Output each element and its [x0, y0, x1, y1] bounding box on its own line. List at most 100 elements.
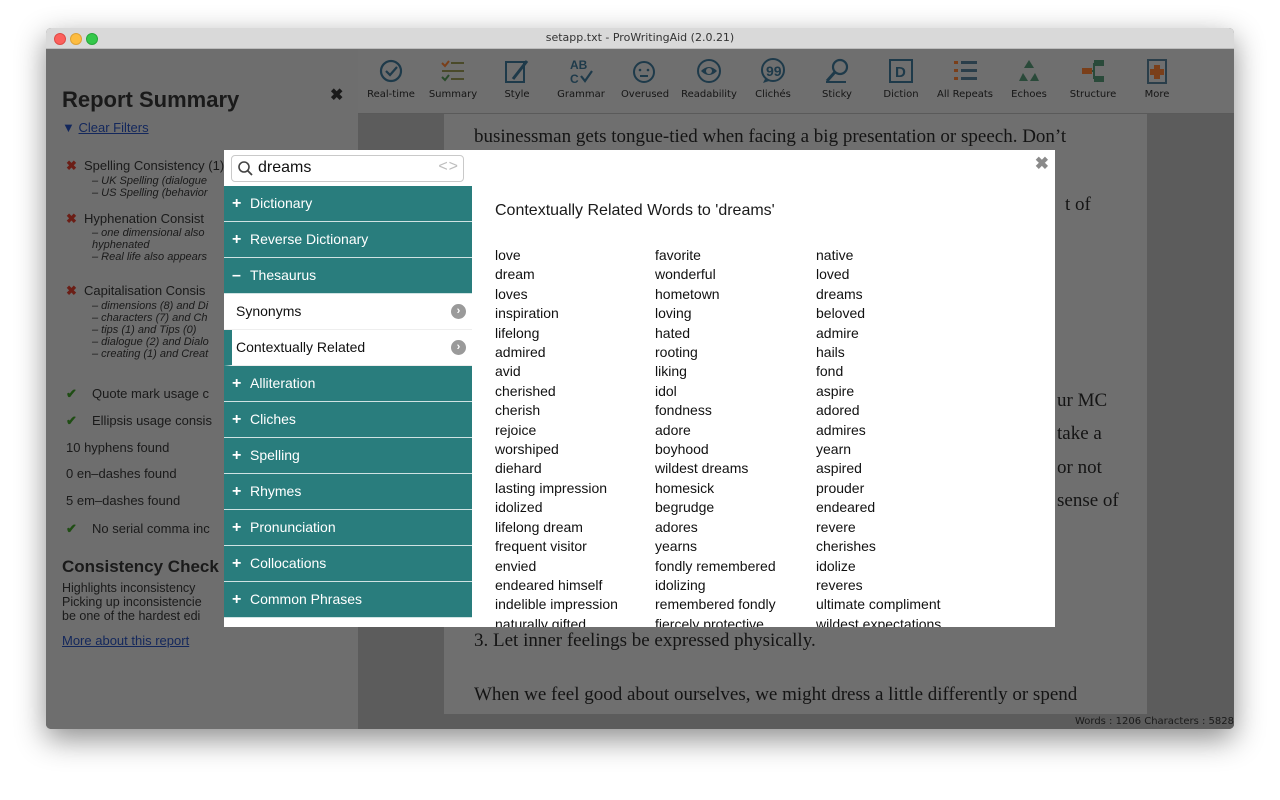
toolbar-realtime-button[interactable]: Real-time	[359, 55, 423, 100]
related-word[interactable]: rooting	[655, 343, 776, 362]
related-word[interactable]: lifelong	[495, 324, 618, 343]
related-word[interactable]: begrudge	[655, 498, 776, 517]
related-word[interactable]: cherish	[495, 401, 618, 420]
search-input[interactable]	[258, 159, 408, 177]
related-word[interactable]: beloved	[816, 304, 941, 323]
related-word[interactable]: avid	[495, 362, 618, 381]
related-word[interactable]: aspired	[816, 459, 941, 478]
menu-contextually-related[interactable]: Contextually Related ›	[224, 330, 472, 366]
related-word[interactable]: adore	[655, 421, 776, 440]
toolbar-more-button[interactable]: More	[1125, 55, 1189, 100]
related-word[interactable]: lifelong dream	[495, 518, 618, 537]
related-word[interactable]: dream	[495, 265, 618, 284]
related-word[interactable]: loved	[816, 265, 941, 284]
menu-synonyms[interactable]: Synonyms ›	[224, 294, 472, 330]
related-word[interactable]: naturally gifted	[495, 615, 618, 627]
related-word[interactable]: wildest dreams	[655, 459, 776, 478]
related-word[interactable]: remembered fondly	[655, 595, 776, 614]
related-word[interactable]: hails	[816, 343, 941, 362]
clear-filters-link[interactable]: Clear Filters	[79, 120, 149, 135]
related-word[interactable]: prouder	[816, 479, 941, 498]
forward-arrow-icon[interactable]: >	[449, 158, 459, 175]
related-word[interactable]: idol	[655, 382, 776, 401]
issue-capitalisation[interactable]: ✖ Capitalisation Consis	[66, 283, 205, 299]
related-word[interactable]: idolized	[495, 498, 618, 517]
related-word[interactable]: love	[495, 246, 618, 265]
related-word[interactable]: diehard	[495, 459, 618, 478]
search-history-nav[interactable]: <>	[438, 158, 459, 176]
related-word[interactable]: hometown	[655, 285, 776, 304]
related-word[interactable]: hated	[655, 324, 776, 343]
toolbar-sticky-button[interactable]: Sticky	[805, 55, 869, 100]
related-word[interactable]: reveres	[816, 576, 941, 595]
related-word[interactable]: revere	[816, 518, 941, 537]
related-word[interactable]: worshiped	[495, 440, 618, 459]
related-word[interactable]: envied	[495, 557, 618, 576]
related-word[interactable]: idolizing	[655, 576, 776, 595]
check-quote-marks[interactable]: ✔ Quote mark usage c	[66, 386, 209, 402]
back-arrow-icon[interactable]: <	[438, 158, 448, 175]
related-word[interactable]: cherishes	[816, 537, 941, 556]
search-field[interactable]: <>	[231, 155, 464, 182]
more-about-report-link[interactable]: More about this report	[62, 633, 189, 648]
menu-reverse-dictionary[interactable]: + Reverse Dictionary	[224, 222, 472, 258]
related-word[interactable]: yearns	[655, 537, 776, 556]
related-word[interactable]: rejoice	[495, 421, 618, 440]
related-word[interactable]: yearn	[816, 440, 941, 459]
check-ellipsis[interactable]: ✔ Ellipsis usage consis	[66, 413, 212, 429]
related-word[interactable]: cherished	[495, 382, 618, 401]
related-word[interactable]: endeared	[816, 498, 941, 517]
menu-alliteration[interactable]: + Alliteration	[224, 366, 472, 402]
close-report-button[interactable]: ✖	[330, 85, 343, 105]
related-word[interactable]: loving	[655, 304, 776, 323]
related-word[interactable]: fond	[816, 362, 941, 381]
related-word[interactable]: wildest expectations	[816, 615, 941, 627]
menu-spelling[interactable]: + Spelling	[224, 438, 472, 474]
related-word[interactable]: homesick	[655, 479, 776, 498]
related-word[interactable]: admired	[495, 343, 618, 362]
toolbar-summary-button[interactable]: Summary	[421, 55, 485, 100]
related-word[interactable]: fondness	[655, 401, 776, 420]
clear-filters[interactable]: ▼ Clear Filters	[62, 120, 149, 135]
toolbar-overused-button[interactable]: Overused	[613, 55, 677, 100]
check-serial-comma[interactable]: ✔ No serial comma inc	[66, 521, 210, 537]
toolbar-structure-button[interactable]: Structure	[1061, 55, 1125, 100]
related-word[interactable]: inspiration	[495, 304, 618, 323]
related-word[interactable]: aspire	[816, 382, 941, 401]
related-word[interactable]: endeared himself	[495, 576, 618, 595]
related-word[interactable]: fondly remembered	[655, 557, 776, 576]
related-word[interactable]: adores	[655, 518, 776, 537]
related-word[interactable]: admires	[816, 421, 941, 440]
related-word[interactable]: idolize	[816, 557, 941, 576]
menu-common-phrases[interactable]: + Common Phrases	[224, 582, 472, 618]
related-word[interactable]: boyhood	[655, 440, 776, 459]
menu-thesaurus[interactable]: – Thesaurus	[224, 258, 472, 294]
toolbar-grammar-button[interactable]: AB C Grammar	[549, 55, 613, 100]
related-word[interactable]: frequent visitor	[495, 537, 618, 556]
toolbar-echoes-button[interactable]: Echoes	[997, 55, 1061, 100]
related-word[interactable]: lasting impression	[495, 479, 618, 498]
related-word[interactable]: ultimate compliment	[816, 595, 941, 614]
menu-collocations[interactable]: + Collocations	[224, 546, 472, 582]
related-word[interactable]: indelible impression	[495, 595, 618, 614]
related-word[interactable]: dreams	[816, 285, 941, 304]
related-word[interactable]: liking	[655, 362, 776, 381]
menu-rhymes[interactable]: + Rhymes	[224, 474, 472, 510]
menu-pronunciation[interactable]: + Pronunciation	[224, 510, 472, 546]
related-word[interactable]: adored	[816, 401, 941, 420]
issue-spelling[interactable]: ✖ Spelling Consistency (1) ▴	[66, 158, 234, 174]
issue-hyphenation[interactable]: ✖ Hyphenation Consist	[66, 211, 204, 227]
related-word[interactable]: favorite	[655, 246, 776, 265]
related-word[interactable]: admire	[816, 324, 941, 343]
related-word[interactable]: fiercely protective	[655, 615, 776, 627]
toolbar-all-repeats-button[interactable]: All Repeats	[933, 55, 997, 100]
toolbar-style-button[interactable]: Style	[485, 55, 549, 100]
close-dialog-button[interactable]: ✖	[1035, 154, 1049, 174]
toolbar-readability-button[interactable]: Readability	[677, 55, 741, 100]
toolbar-diction-button[interactable]: D Diction	[869, 55, 933, 100]
toolbar-cliches-button[interactable]: 99 Clichés	[741, 55, 805, 100]
related-word[interactable]: loves	[495, 285, 618, 304]
related-word[interactable]: native	[816, 246, 941, 265]
menu-cliches[interactable]: + Cliches	[224, 402, 472, 438]
menu-dictionary[interactable]: + Dictionary	[224, 186, 472, 222]
